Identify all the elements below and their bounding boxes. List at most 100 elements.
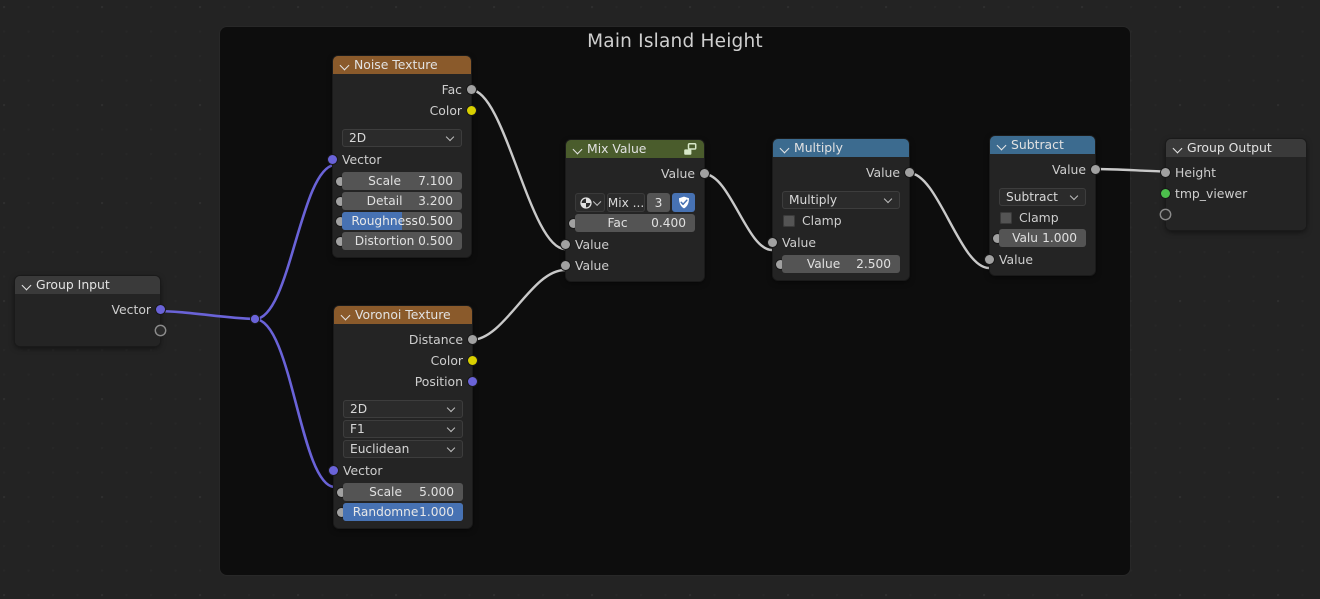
clamp-checkbox[interactable]: Clamp: [782, 211, 900, 230]
input-detail[interactable]: Detail 3.200: [336, 192, 462, 210]
socket-row-value-input-1[interactable]: Value: [561, 234, 704, 255]
node-group-input[interactable]: Group Input Vector: [15, 276, 165, 346]
socket-vector-in[interactable]: [328, 155, 337, 164]
input-fac[interactable]: Fac 0.400: [569, 214, 695, 232]
operation-dropdown[interactable]: Multiply: [782, 191, 900, 209]
socket-row-position-output[interactable]: Position: [334, 371, 477, 392]
feature-dropdown[interactable]: F1: [343, 420, 463, 438]
input-roughness[interactable]: Roughness 0.500: [336, 212, 462, 230]
collapse-chevron-icon[interactable]: [780, 144, 789, 153]
socket-row-virtual-output[interactable]: [15, 320, 165, 341]
socket-row-value-output[interactable]: Value: [990, 159, 1100, 180]
field-value[interactable]: 7.100: [418, 172, 453, 190]
socket-value-out[interactable]: [905, 168, 914, 177]
node-subtract[interactable]: Subtract Value Subtract Clamp Valu 1.000…: [985, 136, 1100, 275]
node-mix-value-header[interactable]: Mix Value: [566, 140, 704, 158]
socket-vector-in[interactable]: [329, 466, 338, 475]
datablock-selector-row[interactable]: Mix ... 3: [575, 193, 695, 212]
dimension-dropdown[interactable]: 2D: [343, 400, 463, 418]
datablock-name[interactable]: Mix ...: [607, 193, 645, 212]
field-value[interactable]: 0.500: [418, 212, 453, 230]
socket-row-color-output[interactable]: Color: [333, 100, 476, 121]
input-randomness[interactable]: Randomne 1.000: [337, 503, 463, 521]
socket-row-virtual-input[interactable]: [1161, 204, 1306, 225]
socket-height-in[interactable]: [1161, 168, 1170, 177]
collapse-chevron-icon[interactable]: [22, 281, 31, 290]
node-editor-canvas[interactable]: Main Island Height Group Input Vector No…: [0, 0, 1320, 599]
input-scale[interactable]: Scale 5.000: [337, 483, 463, 501]
browse-datablock-icon[interactable]: [575, 193, 605, 212]
socket-label: Value: [865, 165, 900, 180]
collapse-chevron-icon[interactable]: [1173, 144, 1182, 153]
node-multiply[interactable]: Multiply Value Multiply Clamp Value Valu…: [768, 139, 914, 280]
socket-color-out[interactable]: [468, 356, 477, 365]
socket-fac-out[interactable]: [467, 85, 476, 94]
socket-value-in-1[interactable]: [768, 238, 777, 247]
socket-row-value-input-1[interactable]: Value: [768, 232, 909, 253]
clamp-label: Clamp: [1019, 210, 1059, 225]
socket-row-vector-output[interactable]: Vector: [15, 299, 165, 320]
input-value-2[interactable]: Value 2.500: [776, 255, 900, 273]
socket-row-vector-input[interactable]: Vector: [328, 149, 471, 170]
socket-virtual-out[interactable]: [156, 326, 165, 335]
socket-value-out[interactable]: [1091, 165, 1100, 174]
socket-value-in-2[interactable]: [561, 261, 570, 270]
field-value[interactable]: 2.500: [856, 255, 891, 273]
collapse-chevron-icon[interactable]: [997, 141, 1006, 150]
socket-label: Value: [660, 166, 695, 181]
socket-label: Vector: [342, 152, 382, 167]
socket-color-out[interactable]: [467, 106, 476, 115]
socket-value-out[interactable]: [700, 169, 709, 178]
shield-icon[interactable]: [672, 193, 695, 212]
socket-value-in-2[interactable]: [985, 255, 994, 264]
node-group-input-header[interactable]: Group Input: [15, 276, 160, 294]
node-voronoi-texture-header[interactable]: Voronoi Texture: [334, 306, 472, 324]
clamp-checkbox[interactable]: Clamp: [999, 208, 1086, 227]
socket-row-value-output[interactable]: Value: [566, 163, 709, 184]
socket-position-out[interactable]: [468, 377, 477, 386]
node-multiply-header[interactable]: Multiply: [773, 139, 909, 157]
node-noise-texture-header[interactable]: Noise Texture: [333, 56, 471, 74]
field-value[interactable]: 1.000: [1042, 229, 1077, 247]
socket-label: Color: [430, 353, 463, 368]
input-distortion[interactable]: Distortion 0.500: [336, 232, 462, 250]
socket-vector-out[interactable]: [156, 305, 165, 314]
socket-virtual-in[interactable]: [1161, 210, 1170, 219]
field-value[interactable]: 1.000: [419, 503, 454, 521]
collapse-chevron-icon[interactable]: [573, 145, 582, 154]
node-subtract-header[interactable]: Subtract: [990, 136, 1095, 154]
socket-row-value-output[interactable]: Value: [773, 162, 914, 183]
socket-tmp-viewer-in[interactable]: [1161, 189, 1170, 198]
field-value[interactable]: 0.500: [418, 232, 453, 250]
socket-value-in-1[interactable]: [561, 240, 570, 249]
datablock-user-count[interactable]: 3: [647, 193, 670, 212]
node-mix-value[interactable]: Mix Value Value Mix ... 3 Fac 0.400 Valu…: [561, 140, 709, 281]
socket-row-height-input[interactable]: Height: [1161, 162, 1306, 183]
node-voronoi-texture[interactable]: Voronoi Texture Distance Color Position …: [329, 306, 477, 528]
node-group-output-header[interactable]: Group Output: [1166, 139, 1306, 157]
socket-row-fac-output[interactable]: Fac: [333, 79, 476, 100]
node-noise-texture[interactable]: Noise Texture Fac Color 2D Vector Scale …: [328, 56, 476, 257]
socket-row-distance-output[interactable]: Distance: [334, 329, 477, 350]
checkbox-box[interactable]: [1000, 211, 1012, 224]
input-value-1[interactable]: Valu 1.000: [993, 229, 1086, 247]
node-group-output[interactable]: Group Output Height tmp_viewer: [1161, 139, 1306, 230]
checkbox-box[interactable]: [783, 214, 795, 227]
operation-dropdown[interactable]: Subtract: [999, 188, 1086, 206]
field-value[interactable]: 5.000: [419, 483, 454, 501]
socket-row-value-input-2[interactable]: Value: [561, 255, 704, 276]
chevron-down-icon: [885, 196, 893, 204]
socket-row-value-input-2[interactable]: Value: [985, 249, 1095, 270]
dimension-dropdown[interactable]: 2D: [342, 129, 462, 147]
socket-row-vector-input[interactable]: Vector: [329, 460, 472, 481]
socket-row-tmp-viewer-input[interactable]: tmp_viewer: [1161, 183, 1306, 204]
collapse-chevron-icon[interactable]: [340, 61, 349, 70]
input-scale[interactable]: Scale 7.100: [336, 172, 462, 190]
distance-metric-dropdown[interactable]: Euclidean: [343, 440, 463, 458]
field-value[interactable]: 0.400: [651, 214, 686, 232]
node-title: Subtract: [1011, 137, 1064, 152]
socket-row-color-output[interactable]: Color: [334, 350, 477, 371]
collapse-chevron-icon[interactable]: [341, 311, 350, 320]
field-value[interactable]: 3.200: [418, 192, 453, 210]
socket-distance-out[interactable]: [468, 335, 477, 344]
